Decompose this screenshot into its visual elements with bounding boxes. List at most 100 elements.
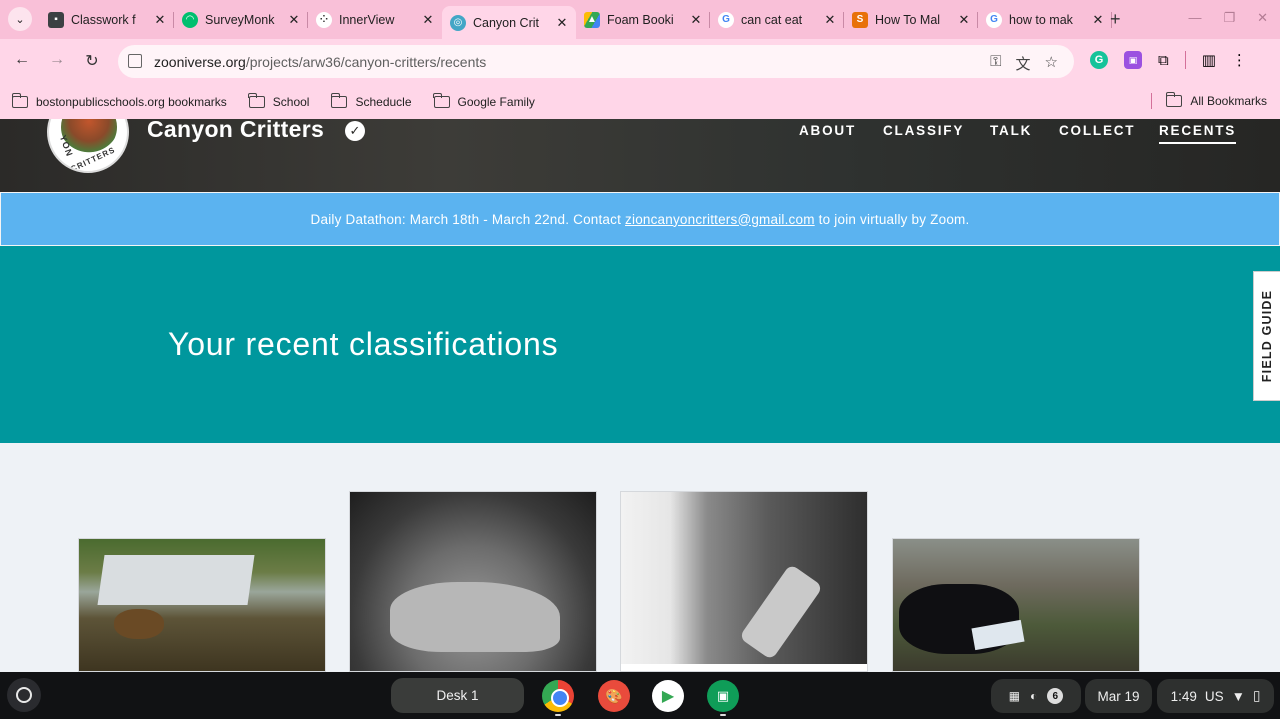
- announcement-banner: Daily Datathon: March 18th - March 22nd.…: [0, 192, 1280, 246]
- recent-classification-thumbnail[interactable]: [349, 491, 597, 672]
- thumbnail-camera-stamp: [621, 664, 867, 671]
- close-icon[interactable]: ✕: [822, 12, 838, 28]
- classroom-app-icon[interactable]: ▣: [707, 680, 739, 712]
- innerview-favicon-icon: ⁘: [316, 11, 332, 28]
- nav-recents[interactable]: RECENTS: [1159, 123, 1237, 144]
- running-indicator: [555, 714, 561, 716]
- close-icon[interactable]: ✕: [554, 15, 570, 31]
- project-logo[interactable]: YON CRITTERS: [47, 119, 129, 173]
- minimize-icon[interactable]: —: [1188, 10, 1201, 26]
- bookmark-star-icon[interactable]: ☆: [1045, 53, 1058, 74]
- tab-canyon-critters[interactable]: ◎ Canyon Crit ✕: [442, 6, 576, 39]
- thumbnail-pipe: [738, 563, 824, 661]
- time-label: 1:49: [1170, 688, 1197, 704]
- tab-innerview[interactable]: ⁘ InnerView ✕: [308, 6, 442, 33]
- recent-classification-thumbnail[interactable]: [892, 538, 1140, 672]
- close-icon[interactable]: ✕: [688, 12, 704, 28]
- recent-classification-thumbnail[interactable]: [620, 491, 868, 672]
- bookmark-bps[interactable]: bostonpublicschools.org bookmarks: [11, 92, 227, 109]
- canvas-app-icon[interactable]: 🎨: [598, 680, 630, 712]
- tab-title: can cat eat: [741, 12, 803, 27]
- folder-icon: [433, 92, 450, 108]
- announcement-text-after: to join virtually by Zoom.: [818, 211, 970, 227]
- back-arrow-icon[interactable]: ←: [11, 51, 33, 69]
- close-window-icon[interactable]: ✕: [1257, 10, 1268, 26]
- announcement-text-before: Daily Datathon: March 18th - March 22nd.…: [310, 211, 622, 227]
- extension-puzzle-purple-icon[interactable]: ▣: [1124, 51, 1142, 69]
- close-icon[interactable]: ✕: [1090, 12, 1106, 28]
- date-tray[interactable]: Mar 19: [1085, 679, 1152, 713]
- bookmark-school[interactable]: School: [248, 92, 310, 109]
- project-title[interactable]: Canyon Critters: [147, 116, 324, 143]
- close-icon[interactable]: ✕: [420, 12, 436, 28]
- tab-surveymonkey[interactable]: ◠ SurveyMonk ✕: [174, 6, 308, 33]
- translate-icon[interactable]: 文: [1016, 53, 1031, 74]
- tab-title: Foam Booki: [607, 12, 674, 27]
- site-favicon-icon: S: [852, 11, 868, 28]
- recent-classification-thumbnail[interactable]: [78, 538, 326, 672]
- tab-title: Canyon Crit: [473, 15, 539, 30]
- tray-status[interactable]: ▦ ◐ 6: [991, 679, 1081, 713]
- nav-talk[interactable]: TALK: [990, 123, 1032, 138]
- menu-kebab-icon[interactable]: ⋮: [1232, 51, 1247, 69]
- close-icon[interactable]: ✕: [286, 12, 302, 28]
- launcher-circle-icon: [16, 687, 32, 703]
- browser-toolbar: ← → ↻ zooniverse.org/projects/arw36/cany…: [0, 39, 1280, 84]
- tab-google-search-1[interactable]: G can cat eat ✕: [710, 6, 844, 33]
- tab-search-button[interactable]: ⌄: [8, 7, 32, 31]
- play-store-icon[interactable]: ▶: [652, 680, 684, 712]
- new-tab-icon[interactable]: +: [1110, 9, 1121, 30]
- side-panel-icon[interactable]: ▥: [1202, 51, 1216, 69]
- all-bookmarks[interactable]: All Bookmarks: [1151, 92, 1267, 109]
- folder-icon: [1165, 92, 1183, 107]
- nav-classify[interactable]: CLASSIFY: [883, 123, 964, 138]
- recents-hero: Your recent classifications: [0, 246, 1280, 443]
- url-host: zooniverse.org: [154, 53, 246, 70]
- extensions-puzzle-icon[interactable]: ⧉: [1158, 52, 1169, 69]
- field-guide-tab[interactable]: FIELD GUIDE: [1253, 271, 1280, 401]
- announcement-email-link[interactable]: zioncanyoncritters@gmail.com: [625, 212, 815, 227]
- grammarly-icon[interactable]: G: [1090, 51, 1108, 69]
- url-path: /projects/arw36/canyon-critters/recents: [245, 53, 487, 70]
- reload-icon[interactable]: ↻: [81, 51, 103, 71]
- site-info-icon[interactable]: [128, 54, 142, 68]
- folder-icon: [11, 92, 28, 108]
- key-icon[interactable]: ⚿: [990, 53, 1001, 74]
- tab-list: ▪ Classwork f ✕ ◠ SurveyMonk ✕ ⁘ InnerVi…: [40, 6, 1112, 39]
- thumbnail-object: [97, 555, 255, 605]
- address-bar[interactable]: zooniverse.org/projects/arw36/canyon-cri…: [118, 45, 1074, 78]
- tab-title: Classwork f: [71, 12, 136, 27]
- thumbnail-rock: [390, 582, 560, 652]
- tab-classwork[interactable]: ▪ Classwork f ✕: [40, 6, 174, 33]
- nav-collect[interactable]: COLLECT: [1059, 123, 1135, 138]
- date-label: Mar 19: [1097, 688, 1140, 704]
- chrome-app-icon[interactable]: [542, 680, 574, 712]
- tab-google-search-2[interactable]: G how to mak ✕: [978, 6, 1112, 33]
- chevron-down-icon: ⌄: [15, 13, 25, 26]
- bookmark-scheducle[interactable]: Scheducle: [330, 92, 412, 109]
- nav-about[interactable]: ABOUT: [799, 123, 856, 138]
- enterprise-building-icon: ▦: [1008, 689, 1021, 703]
- tab-strip: ⌄ ▪ Classwork f ✕ ◠ SurveyMonk ✕ ⁘ Inner…: [0, 0, 1280, 39]
- do-not-disturb-icon: ◐: [1030, 689, 1038, 703]
- bookmark-google-family[interactable]: Google Family: [433, 92, 535, 109]
- tab-title: InnerView: [339, 12, 395, 27]
- bookmark-label: School: [272, 94, 310, 109]
- google-favicon-icon: G: [718, 11, 734, 28]
- verified-check-icon: ✓: [345, 121, 365, 141]
- forward-arrow-icon[interactable]: →: [46, 51, 68, 69]
- close-icon[interactable]: ✕: [152, 12, 168, 28]
- surveymonkey-favicon-icon: ◠: [182, 11, 198, 28]
- time-tray[interactable]: 1:49 US ▼ ▯: [1157, 679, 1274, 713]
- running-indicator: [720, 714, 726, 716]
- launcher-button[interactable]: [7, 678, 41, 712]
- restore-icon[interactable]: ❐: [1223, 10, 1235, 26]
- folder-icon: [248, 92, 265, 108]
- tab-foam-booking[interactable]: ▲ Foam Booki ✕: [576, 6, 710, 33]
- tab-title: SurveyMonk: [205, 12, 275, 27]
- tab-how-to-make[interactable]: S How To Mal ✕: [844, 6, 978, 33]
- desk-button[interactable]: Desk 1: [391, 678, 524, 713]
- close-icon[interactable]: ✕: [956, 12, 972, 28]
- bookmarks-divider: [1151, 93, 1153, 109]
- locale-label: US: [1204, 688, 1224, 704]
